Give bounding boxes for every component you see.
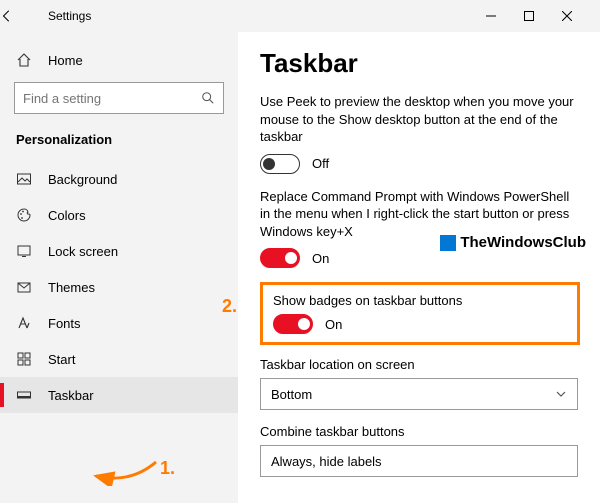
- maximize-button[interactable]: [524, 11, 562, 21]
- badges-state: On: [325, 317, 342, 332]
- page-heading: Taskbar: [260, 48, 580, 79]
- peek-state: Off: [312, 156, 329, 171]
- combine-value: Always, hide labels: [271, 454, 382, 469]
- search-input[interactable]: [23, 91, 201, 106]
- back-button[interactable]: [0, 9, 44, 23]
- home-icon: [16, 52, 32, 68]
- combine-label: Combine taskbar buttons: [260, 424, 580, 439]
- nav-label: Colors: [48, 208, 86, 223]
- main-panel: Taskbar Use Peek to preview the desktop …: [238, 32, 600, 503]
- powershell-state: On: [312, 251, 329, 266]
- powershell-toggle[interactable]: [260, 248, 300, 268]
- peek-description: Use Peek to preview the desktop when you…: [260, 93, 580, 146]
- search-icon: [201, 91, 215, 105]
- search-box[interactable]: [14, 82, 224, 114]
- minimize-button[interactable]: [486, 11, 524, 21]
- nav-lock-screen[interactable]: Lock screen: [0, 233, 238, 269]
- peek-toggle[interactable]: [260, 154, 300, 174]
- badges-toggle[interactable]: [273, 314, 313, 334]
- nav-taskbar[interactable]: Taskbar: [0, 377, 238, 413]
- window-title: Settings: [44, 9, 486, 23]
- location-value: Bottom: [271, 387, 312, 402]
- badges-label: Show badges on taskbar buttons: [273, 293, 567, 308]
- nav-background[interactable]: Background: [0, 161, 238, 197]
- nav-home[interactable]: Home: [0, 44, 238, 76]
- nav-label: Taskbar: [48, 388, 94, 403]
- lock-screen-icon: [16, 243, 32, 259]
- sidebar: Home Personalization Background Colors L…: [0, 32, 238, 503]
- nav-label: Start: [48, 352, 75, 367]
- combine-select[interactable]: Always, hide labels: [260, 445, 578, 477]
- nav-label: Lock screen: [48, 244, 118, 259]
- nav-label: Themes: [48, 280, 95, 295]
- palette-icon: [16, 207, 32, 223]
- nav-start[interactable]: Start: [0, 341, 238, 377]
- taskbar-icon: [16, 387, 32, 403]
- nav-label: Fonts: [48, 316, 81, 331]
- titlebar: Settings: [0, 0, 600, 32]
- powershell-description: Replace Command Prompt with Windows Powe…: [260, 188, 580, 241]
- picture-icon: [16, 171, 32, 187]
- chevron-down-icon: [555, 388, 567, 400]
- badges-highlight-box: Show badges on taskbar buttons On: [260, 282, 580, 345]
- nav-themes[interactable]: Themes: [0, 269, 238, 305]
- location-select[interactable]: Bottom: [260, 378, 578, 410]
- nav-colors[interactable]: Colors: [0, 197, 238, 233]
- location-label: Taskbar location on screen: [260, 357, 580, 372]
- themes-icon: [16, 279, 32, 295]
- nav-home-label: Home: [48, 53, 83, 68]
- category-header: Personalization: [0, 126, 238, 161]
- nav-label: Background: [48, 172, 117, 187]
- nav-fonts[interactable]: Fonts: [0, 305, 238, 341]
- start-icon: [16, 351, 32, 367]
- close-button[interactable]: [562, 11, 600, 21]
- fonts-icon: [16, 315, 32, 331]
